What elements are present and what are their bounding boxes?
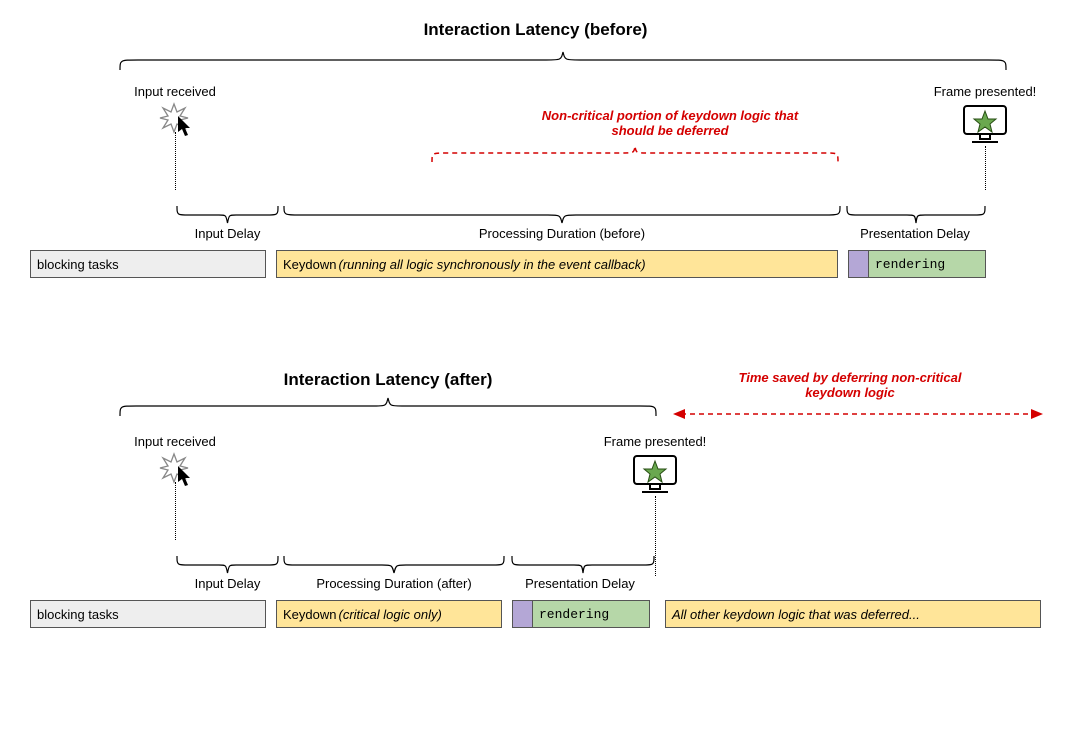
monitor-icon-after	[630, 452, 680, 496]
label-processing-after: Processing Duration (after)	[282, 576, 506, 591]
brace-top-after	[118, 396, 658, 420]
input-dotted-after	[175, 482, 176, 540]
diagram-after: Interaction Latency (after) Time saved b…	[30, 370, 1041, 650]
red-arrow-after	[673, 406, 1043, 422]
block-blocking-text: blocking tasks	[37, 257, 119, 272]
title-before: Interaction Latency (before)	[30, 20, 1041, 40]
brace-input-delay-before	[175, 204, 280, 226]
frame-presented-label-before: Frame presented!	[925, 84, 1045, 99]
block-deferred-after: All other keydown logic that was deferre…	[665, 600, 1041, 628]
title-after: Interaction Latency (after)	[118, 370, 658, 390]
cursor-icon-after	[178, 466, 196, 488]
label-presentation-before: Presentation Delay	[825, 226, 1005, 241]
input-dotted-before	[175, 132, 176, 190]
rendering-text-before: rendering	[875, 257, 945, 272]
monitor-icon	[960, 102, 1010, 146]
label-input-delay-after: Input Delay	[175, 576, 280, 591]
block-blocking-text-after: blocking tasks	[37, 607, 119, 622]
brace-presentation-before	[845, 204, 987, 226]
red-note-after: Time saved by deferring non-critical key…	[730, 370, 970, 400]
red-note-text-after: Time saved by deferring non-critical key…	[739, 370, 962, 400]
block-green-before: rendering	[868, 250, 986, 278]
input-received-label-before: Input received	[125, 84, 225, 99]
label-input-delay-before: Input Delay	[175, 226, 280, 241]
deferred-text: All other keydown logic that was deferre…	[672, 607, 920, 622]
input-received-label-after: Input received	[125, 434, 225, 449]
block-keydown-before: Keydown (running all logic synchronously…	[276, 250, 838, 278]
timeline-before: blocking tasks Keydown (running all logi…	[30, 250, 1041, 280]
keydown-prefix-after: Keydown	[283, 607, 336, 622]
timeline-after: blocking tasks Keydown (critical logic o…	[30, 600, 1041, 630]
keydown-prefix-before: Keydown	[283, 257, 336, 272]
block-keydown-after: Keydown (critical logic only)	[276, 600, 502, 628]
keydown-italic-before: (running all logic synchronously in the …	[338, 257, 645, 272]
brace-processing-after	[282, 554, 506, 576]
red-note-text-before: Non-critical portion of keydown logic th…	[542, 108, 798, 138]
cursor-icon	[178, 116, 196, 138]
brace-input-delay-after	[175, 554, 280, 576]
frame-dotted-before	[985, 146, 986, 190]
brace-presentation-after	[510, 554, 656, 576]
block-blocking-after: blocking tasks	[30, 600, 266, 628]
block-green-after: rendering	[532, 600, 650, 628]
block-blocking-before: blocking tasks	[30, 250, 266, 278]
red-dash-brace-before	[430, 144, 840, 166]
rendering-text-after: rendering	[539, 607, 609, 622]
red-note-before: Non-critical portion of keydown logic th…	[530, 108, 810, 138]
label-presentation-after: Presentation Delay	[490, 576, 670, 591]
frame-presented-label-after: Frame presented!	[595, 434, 715, 449]
brace-top-before	[118, 50, 1008, 74]
keydown-italic-after: (critical logic only)	[338, 607, 441, 622]
label-processing-before: Processing Duration (before)	[282, 226, 842, 241]
brace-processing-before	[282, 204, 842, 226]
diagram-before: Interaction Latency (before) Input recei…	[30, 20, 1041, 300]
